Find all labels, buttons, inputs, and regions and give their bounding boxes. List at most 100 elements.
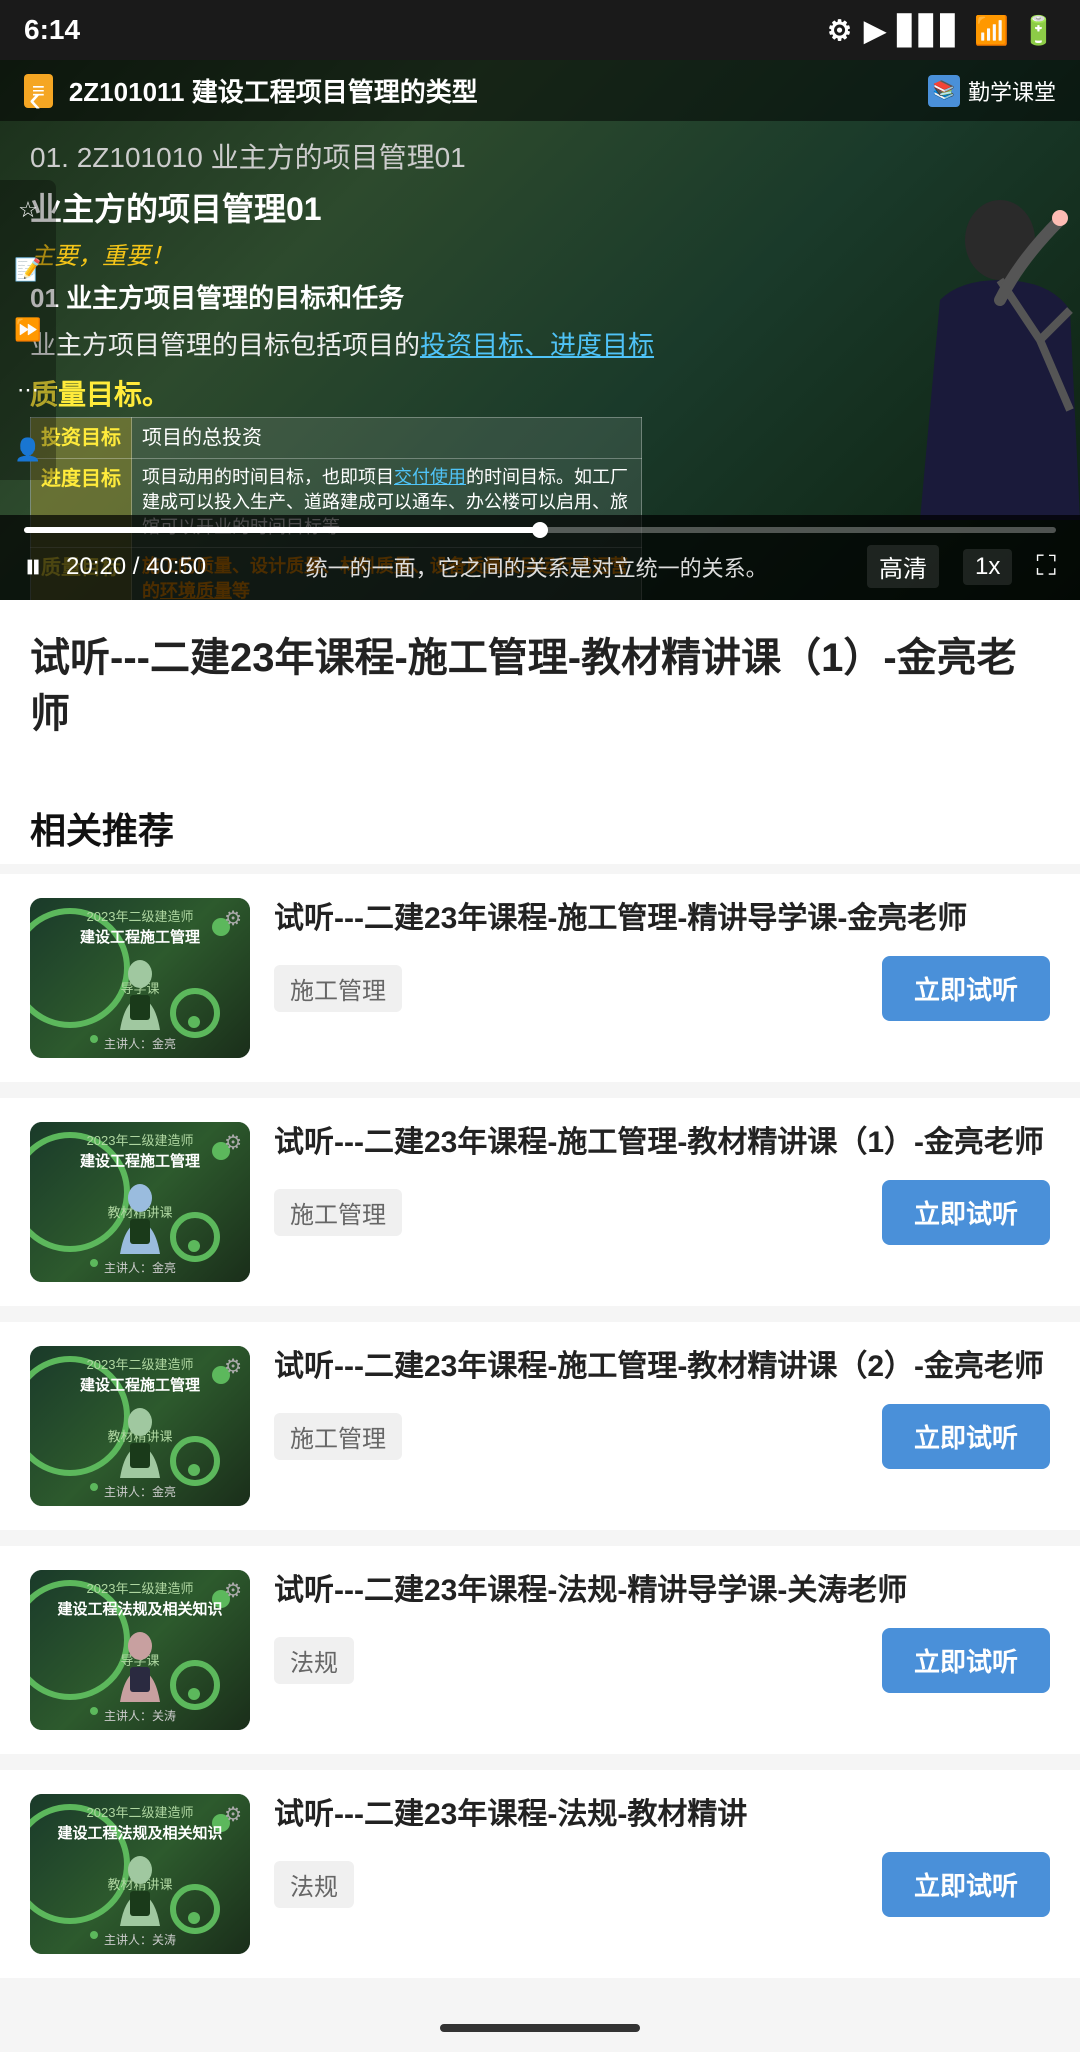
thumb-course-type: 建设工程法规及相关知识 (30, 1824, 250, 1844)
signal-icon: ▋▋▋ (898, 14, 963, 47)
note-icon[interactable]: 📝 (8, 250, 48, 290)
video-controls: ⏸ 20:20 / 40:50 统一的一面，它之间的关系是对立统一的关系。 高清… (24, 545, 1056, 588)
course-item-4: 2023年二级建造师 建设工程法规及相关知识 导学课 主讲人：关涛 ⚙ 试听--… (0, 1546, 1080, 1754)
thumb-gear-icon: ⚙ (224, 1802, 242, 1827)
quality-button[interactable]: 高清 (867, 545, 939, 588)
course-thumbnail-5: 2023年二级建造师 建设工程法规及相关知识 教材精讲课 主讲人：关涛 ⚙ (30, 1794, 250, 1954)
course-info-2: 试听---二建23年课程-施工管理-教材精讲课（1）-金亮老师 施工管理 立即试… (274, 1122, 1050, 1245)
course-footer-3: 施工管理 立即试听 (274, 1404, 1050, 1469)
video-header-title: ≡ 2Z101011 建设工程项目管理的类型 (24, 72, 478, 109)
deco-dot-2 (188, 1464, 200, 1476)
trial-button-3[interactable]: 立即试听 (882, 1404, 1050, 1469)
status-icons: ⚙ ▶ ▋▋▋ 📶 🔋 (827, 14, 1056, 47)
brand-name: 勤学课堂 (968, 75, 1056, 107)
brand-icon: 📚 (928, 75, 960, 107)
thumb-course-type: 建设工程施工管理 (30, 928, 250, 948)
speed-button[interactable]: 1x (963, 549, 1012, 585)
course-item-5: 2023年二级建造师 建设工程法规及相关知识 教材精讲课 主讲人：关涛 ⚙ 试听… (0, 1770, 1080, 1978)
thumb-gear-icon: ⚙ (224, 1354, 242, 1379)
thumb-instructor: 主讲人：关涛 (30, 1931, 250, 1948)
course-footer-4: 法规 立即试听 (274, 1628, 1050, 1693)
section-heading: 相关推荐 (0, 782, 1080, 864)
course-name-3: 试听---二建23年课程-施工管理-教材精讲课（2）-金亮老师 (274, 1346, 1050, 1388)
status-time: 6:14 (24, 14, 80, 46)
video-right-controls: 高清 1x ⛶ (867, 545, 1056, 588)
course-item-2: 2023年二级建造师 建设工程施工管理 教材精讲课 主讲人：金亮 ⚙ 试听---… (0, 1098, 1080, 1306)
thumb-year: 2023年二级建造师 (30, 906, 250, 925)
thumb-course-type: 建设工程法规及相关知识 (30, 1600, 250, 1620)
video-top-bar: ≡ 2Z101011 建设工程项目管理的类型 📚 勤学课堂 (0, 60, 1080, 121)
video-player[interactable]: 01. 2Z101010 业主方的项目管理01 业主方的项目管理01 主要，重要… (0, 60, 1080, 600)
speed-side-icon[interactable]: ⏩ (8, 310, 48, 350)
pause-button[interactable]: ⏸ (24, 545, 42, 588)
deco-dot-2 (188, 1240, 200, 1252)
avatar-icon[interactable]: 👤 (8, 430, 48, 470)
video-main-title: 试听---二建23年课程-施工管理-教材精讲课（1）-金亮老师 (30, 630, 1050, 742)
thumb-gear-icon: ⚙ (224, 1578, 242, 1603)
video-side-icons: ☆ 📝 ⏩ ⋯ 👤 (0, 180, 56, 480)
thumb-person-svg (110, 1408, 170, 1478)
course-item-1: 2023年二级建造师 建设工程施工管理 导学课 主讲人：金亮 ⚙ 试听---二建… (0, 874, 1080, 1082)
thumb-gear-icon: ⚙ (224, 1130, 242, 1155)
thumb-gear-icon: ⚙ (224, 906, 242, 931)
trial-button-2[interactable]: 立即试听 (882, 1180, 1050, 1245)
deco-dot-2 (188, 1688, 200, 1700)
battery-icon: 🔋 (1021, 14, 1056, 47)
more-icon[interactable]: ⋯ (8, 370, 48, 410)
trial-button-5[interactable]: 立即试听 (882, 1852, 1050, 1917)
thumb-year: 2023年二级建造师 (30, 1130, 250, 1149)
status-bar: 6:14 ⚙ ▶ ▋▋▋ 📶 🔋 (0, 0, 1080, 60)
course-item-3: 2023年二级建造师 建设工程施工管理 教材精讲课 主讲人：金亮 ⚙ 试听---… (0, 1322, 1080, 1530)
course-thumbnail-3: 2023年二级建造师 建设工程施工管理 教材精讲课 主讲人：金亮 ⚙ (30, 1346, 250, 1506)
deco-dot-2 (188, 1912, 200, 1924)
main-content: 试听---二建23年课程-施工管理-教材精讲课（1）-金亮老师 (0, 600, 1080, 782)
thumb-instructor: 主讲人：金亮 (30, 1035, 250, 1052)
time-display: 20:20 / 40:50 (66, 553, 206, 581)
progress-track[interactable] (24, 527, 1056, 533)
bookmark-icon[interactable]: ☆ (8, 190, 48, 230)
thumb-year: 2023年二级建造师 (30, 1354, 250, 1373)
video-left-controls: ⏸ 20:20 / 40:50 (24, 545, 206, 588)
bottom-indicator (0, 2004, 1080, 2052)
thumb-course-type: 建设工程施工管理 (30, 1152, 250, 1172)
course-name-4: 试听---二建23年课程-法规-精讲导学课-关涛老师 (274, 1570, 1050, 1612)
video-bottom-bar[interactable]: ⏸ 20:20 / 40:50 统一的一面，它之间的关系是对立统一的关系。 高清… (0, 515, 1080, 600)
subtitle-preview: 统一的一面，它之间的关系是对立统一的关系。 (206, 551, 867, 583)
course-footer-2: 施工管理 立即试听 (274, 1180, 1050, 1245)
wifi-icon: 📶 (974, 14, 1009, 47)
thumb-person-svg (110, 960, 170, 1030)
thumb-person-svg (110, 1184, 170, 1254)
thumb-instructor: 主讲人：关涛 (30, 1707, 250, 1724)
course-footer-5: 法规 立即试听 (274, 1852, 1050, 1917)
course-thumbnail-1: 2023年二级建造师 建设工程施工管理 导学课 主讲人：金亮 ⚙ (30, 898, 250, 1058)
course-info-3: 试听---二建23年课程-施工管理-教材精讲课（2）-金亮老师 施工管理 立即试… (274, 1346, 1050, 1469)
play-icon: ▶ (864, 14, 886, 47)
brand-logo: 📚 勤学课堂 (928, 75, 1056, 107)
home-indicator (440, 2024, 640, 2032)
course-thumbnail-4: 2023年二级建造师 建设工程法规及相关知识 导学课 主讲人：关涛 ⚙ (30, 1570, 250, 1730)
settings-icon: ⚙ (827, 14, 852, 47)
course-info-4: 试听---二建23年课程-法规-精讲导学课-关涛老师 法规 立即试听 (274, 1570, 1050, 1693)
course-tag-2: 施工管理 (274, 1189, 402, 1236)
thumb-instructor: 主讲人：金亮 (30, 1259, 250, 1276)
course-footer-1: 施工管理 立即试听 (274, 956, 1050, 1021)
course-info-5: 试听---二建23年课程-法规-教材精讲 法规 立即试听 (274, 1794, 1050, 1917)
progress-area[interactable] (24, 527, 1056, 533)
thumb-year: 2023年二级建造师 (30, 1802, 250, 1821)
video-chapter-title: 2Z101011 建设工程项目管理的类型 (69, 72, 478, 109)
course-info-1: 试听---二建23年课程-施工管理-精讲导学课-金亮老师 施工管理 立即试听 (274, 898, 1050, 1021)
thumb-person-svg (110, 1856, 170, 1926)
teacher-figure (780, 160, 1080, 520)
course-name-2: 试听---二建23年课程-施工管理-教材精讲课（1）-金亮老师 (274, 1122, 1050, 1164)
course-tag-4: 法规 (274, 1637, 354, 1684)
back-button[interactable]: ‹ (10, 74, 60, 124)
progress-dot (532, 522, 548, 538)
fullscreen-button[interactable]: ⛶ (1036, 550, 1056, 583)
trial-button-1[interactable]: 立即试听 (882, 956, 1050, 1021)
thumb-course-type: 建设工程施工管理 (30, 1376, 250, 1396)
course-tag-5: 法规 (274, 1861, 354, 1908)
deco-dot-2 (188, 1016, 200, 1028)
course-thumbnail-2: 2023年二级建造师 建设工程施工管理 教材精讲课 主讲人：金亮 ⚙ (30, 1122, 250, 1282)
thumb-instructor: 主讲人：金亮 (30, 1483, 250, 1500)
trial-button-4[interactable]: 立即试听 (882, 1628, 1050, 1693)
